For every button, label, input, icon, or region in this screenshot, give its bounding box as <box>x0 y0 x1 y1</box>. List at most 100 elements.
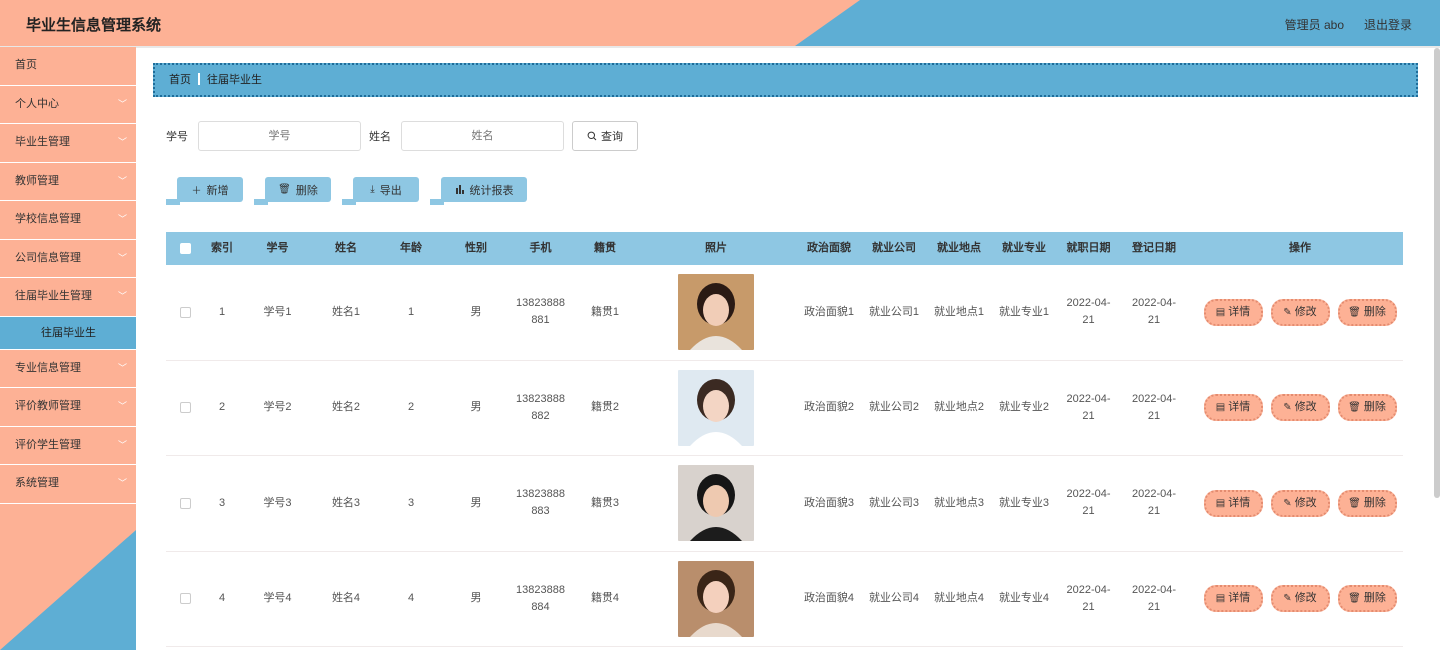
detail-button[interactable]: ▤ 详情 <box>1203 394 1263 422</box>
report-button[interactable]: 统计报表 <box>430 177 527 205</box>
col-header-student-no[interactable]: 学号 <box>240 240 315 257</box>
cell-name: 姓名4 <box>315 590 377 607</box>
cell-location: 就业地点3 <box>926 495 992 512</box>
index-value: 2 <box>218 401 226 414</box>
export-button-label: 导出 <box>379 184 402 197</box>
detail-button[interactable]: ▤ 详情 <box>1203 298 1263 326</box>
sidebar-item[interactable]: 往届毕业生管理 ﹀ <box>0 278 136 317</box>
cell-index: 2 <box>204 399 240 416</box>
row-checkbox-cell <box>166 402 204 414</box>
major-value: 就业专业3 <box>998 496 1050 509</box>
col-header-hometown[interactable]: 籍贯 <box>574 240 636 257</box>
col-header-age[interactable]: 年龄 <box>377 240 445 257</box>
row-checkbox-cell <box>166 306 204 318</box>
document-icon: ▤ <box>1215 306 1226 318</box>
delete-button[interactable]: 🗑 删除 <box>1337 585 1397 613</box>
cell-student-no: 学号3 <box>240 495 315 512</box>
detail-button[interactable]: ▤ 详情 <box>1203 489 1263 517</box>
col-header-name[interactable]: 姓名 <box>315 240 377 257</box>
delete-button[interactable]: 🗑 删除 <box>1337 298 1397 326</box>
age-value: 2 <box>407 401 415 414</box>
graduate-photo[interactable] <box>678 274 754 351</box>
batch-delete-button[interactable]: 🗑 删除 <box>254 177 331 205</box>
sidebar-item[interactable]: 评价教师管理 ﹀ <box>0 388 136 427</box>
trash-icon: 🗑 <box>1348 402 1361 414</box>
sidebar-item[interactable]: 个人中心 ﹀ <box>0 86 136 124</box>
sidebar-item[interactable]: 首页 <box>0 47 136 86</box>
job-date-line1: 2022-04- <box>1066 488 1111 501</box>
breadcrumb-home[interactable]: 首页 <box>169 74 191 86</box>
trash-icon: 🗑 <box>1348 306 1361 318</box>
col-header-gender[interactable]: 性别 <box>445 240 507 257</box>
reg-date-line1: 2022-04- <box>1131 488 1177 501</box>
page-scrollbar[interactable] <box>1434 48 1440 498</box>
cell-index: 1 <box>204 304 240 321</box>
col-header-phone[interactable]: 手机 <box>507 240 574 257</box>
col-header-reg-date[interactable]: 登记日期 <box>1121 240 1187 257</box>
name-search-input[interactable] <box>401 121 564 151</box>
sidebar-item[interactable]: 系统管理 ﹀ <box>0 465 136 504</box>
delete-button-label: 删除 <box>1363 401 1386 414</box>
delete-button-label: 删除 <box>1363 496 1386 509</box>
job-date-line2: 21 <box>1082 505 1095 518</box>
edit-button[interactable]: ✎ 修改 <box>1270 585 1330 613</box>
cell-company: 就业公司4 <box>862 590 926 607</box>
graduate-photo[interactable] <box>678 369 754 446</box>
major-value: 就业专业4 <box>998 592 1050 605</box>
edit-button[interactable]: ✎ 修改 <box>1270 489 1330 517</box>
cell-phone: 13823888 883 <box>507 486 574 520</box>
col-header-location[interactable]: 就业地点 <box>926 240 992 257</box>
col-header-actions: 操作 <box>1289 242 1311 254</box>
query-button[interactable]: 查询 <box>572 121 638 151</box>
cell-major: 就业专业1 <box>992 304 1056 321</box>
trash-icon: 🗑 <box>1348 497 1361 509</box>
select-all-checkbox[interactable] <box>179 243 191 254</box>
detail-button[interactable]: ▤ 详情 <box>1203 585 1263 613</box>
sno-search-input[interactable] <box>198 121 361 151</box>
row-checkbox[interactable] <box>179 402 191 414</box>
col-header-company[interactable]: 就业公司 <box>862 240 926 257</box>
chevron-down-icon: ﹀ <box>117 175 127 186</box>
row-checkbox[interactable] <box>179 306 191 318</box>
delete-button[interactable]: 🗑 删除 <box>1337 489 1397 517</box>
row-checkbox[interactable] <box>179 593 191 605</box>
edit-button[interactable]: ✎ 修改 <box>1270 298 1330 326</box>
delete-button[interactable]: 🗑 删除 <box>1337 394 1397 422</box>
top-header: 毕业生信息管理系统 管理员 abo 退出登录 <box>0 0 1440 46</box>
graduate-photo[interactable] <box>678 465 754 542</box>
phone-value-line1: 13823888 <box>516 297 565 310</box>
sidebar-item[interactable]: 学校信息管理 ﹀ <box>0 201 136 240</box>
age-value: 1 <box>407 305 415 318</box>
cell-phone: 13823888 884 <box>507 582 574 616</box>
export-button[interactable]: ⤓ 导出 <box>342 177 419 205</box>
sidebar-item[interactable]: 毕业生管理 ﹀ <box>0 124 136 163</box>
table-body: 1 学号1 姓名1 1 男 13823888 881 籍贯1 政治面貌1 就业公司1 就业地点1 就业… <box>166 265 1403 647</box>
job-date-line2: 21 <box>1082 409 1095 422</box>
political-value: 政治面貌2 <box>803 401 855 414</box>
add-button[interactable]: ＋ 新增 <box>166 177 243 205</box>
col-header-job-date[interactable]: 就职日期 <box>1056 240 1121 257</box>
detail-button-label: 详情 <box>1228 592 1251 605</box>
col-header-major[interactable]: 就业专业 <box>992 240 1056 257</box>
sidebar-subitem-graduates[interactable]: 往届毕业生 <box>0 316 136 350</box>
sidebar-item[interactable]: 专业信息管理 ﹀ <box>0 350 136 388</box>
phone-value-line1: 13823888 <box>516 583 565 596</box>
edit-button-label: 修改 <box>1294 496 1317 509</box>
col-header-index[interactable]: 索引 <box>204 240 240 257</box>
company-value: 就业公司3 <box>868 496 920 509</box>
edit-button[interactable]: ✎ 修改 <box>1270 394 1330 422</box>
reg-date-line1: 2022-04- <box>1131 297 1177 310</box>
name-value: 姓名2 <box>331 401 361 414</box>
sidebar-item[interactable]: 评价学生管理 ﹀ <box>0 427 136 465</box>
row-checkbox[interactable] <box>179 497 191 509</box>
col-header-political[interactable]: 政治面貌 <box>796 240 862 257</box>
graduate-photo[interactable] <box>678 560 754 637</box>
add-button-label: 新增 <box>206 184 229 197</box>
plus-icon: ＋ <box>191 186 202 197</box>
logout-link[interactable]: 退出登录 <box>1364 16 1412 33</box>
sidebar-item[interactable]: 公司信息管理 ﹀ <box>0 240 136 278</box>
cell-reg-date: 2022-04- 21 <box>1121 486 1187 520</box>
delete-button-label: 删除 <box>1363 305 1386 318</box>
phone-value-line2: 881 <box>531 314 550 327</box>
sidebar-item[interactable]: 教师管理 ﹀ <box>0 163 136 201</box>
